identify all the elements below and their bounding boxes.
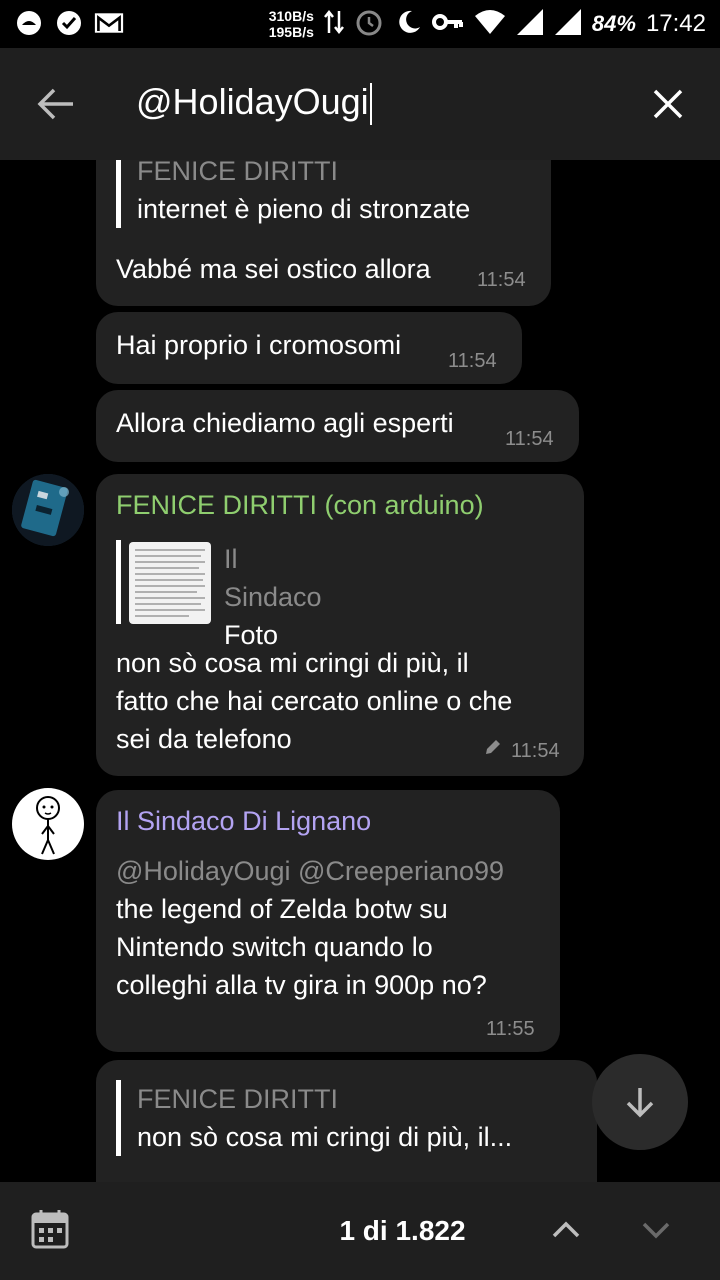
network-speed: 310B/s 195B/s	[269, 8, 314, 40]
reply-sender: FENICE DIRITTI	[137, 160, 338, 186]
search-query: @HolidayOugi	[136, 81, 369, 122]
message-line: fatto che hai cercato online o che	[116, 686, 513, 716]
arduino-board-avatar-icon	[12, 474, 84, 546]
search-navigation-bar: 1 di 1.822	[0, 1182, 720, 1280]
message-text: Vabbé ma sei ostico allora	[116, 254, 431, 284]
photo-thumbnail	[129, 542, 211, 624]
sender-name[interactable]: FENICE DIRITTI (con arduino)	[116, 490, 484, 521]
next-result-button[interactable]	[634, 1208, 678, 1252]
previous-result-button[interactable]	[544, 1208, 588, 1252]
document-thumbnail-icon	[135, 549, 205, 617]
search-input[interactable]: @HolidayOugi	[136, 81, 372, 126]
message-bubble[interactable]: FENICE DIRITTI internet è pieno di stron…	[96, 160, 551, 306]
status-bar: 310B/s 195B/s 84% 17:42	[0, 0, 720, 48]
check-icon	[54, 8, 84, 38]
message-line: Nintendo switch quando lo	[116, 932, 433, 962]
search-toolbar: @HolidayOugi	[0, 48, 720, 160]
reply-text: internet è pieno di stronzate	[137, 194, 471, 224]
chevron-up-icon	[552, 1221, 580, 1238]
pencil-icon	[484, 738, 502, 761]
wifi-icon	[474, 8, 506, 41]
message-line: the legend of Zelda botw su	[116, 894, 448, 924]
back-button[interactable]	[30, 78, 82, 130]
chat-messages[interactable]: FENICE DIRITTI internet è pieno di stron…	[0, 160, 720, 1182]
stick-figure-avatar-icon	[36, 796, 60, 855]
net-down-text: 195B/s	[268, 24, 314, 40]
message-line: colleghi alla tv gira in 900p no?	[116, 970, 487, 1000]
message-line: non sò cosa mi cringi di più, il	[116, 648, 469, 678]
clock: 17:42	[645, 10, 706, 37]
signal-icon	[554, 8, 582, 41]
arrow-down-icon	[626, 1088, 654, 1118]
message-text: Allora chiediamo agli esperti	[116, 408, 454, 438]
chevron-down-icon	[642, 1222, 670, 1239]
scroll-down-button[interactable]	[592, 1054, 688, 1150]
message-time: 11:54	[505, 428, 554, 450]
sender-name[interactable]: Il Sindaco Di Lignano	[116, 806, 371, 837]
avatar[interactable]	[12, 474, 84, 546]
reply-quote[interactable]: Il Sindaco Foto	[116, 540, 322, 650]
moon-icon	[394, 8, 422, 41]
message-text: non sò cosa mi cringi di più, il fatto c…	[116, 644, 512, 758]
message-time: 11:54	[448, 350, 497, 372]
message-text: Hai proprio i cromosomi	[116, 330, 402, 360]
search-result-counter: 1 di 1.822	[339, 1215, 466, 1246]
message-line: sei da telefono	[116, 724, 292, 754]
app-icon	[14, 8, 44, 38]
message-bubble[interactable]: FENICE DIRITTI (con arduino) Il Sindaco …	[96, 474, 584, 776]
message-bubble[interactable]: Il Sindaco Di Lignano @HolidayOugi @Cree…	[96, 790, 560, 1052]
reply-sender: FENICE DIRITTI	[137, 1084, 338, 1114]
net-up-text: 310B/s	[268, 8, 314, 24]
gmail-icon	[94, 8, 124, 38]
battery-percent: 84%	[591, 11, 636, 36]
key-icon	[431, 12, 464, 37]
close-icon	[653, 89, 683, 119]
mention-line[interactable]: @HolidayOugi @Creeperiano99	[116, 852, 504, 890]
message-text: @HolidayOugi @Creeperiano99 the legend o…	[116, 852, 504, 1004]
message-time: 11:54	[477, 269, 526, 291]
message-bubble[interactable]: Allora chiediamo agli esperti 11:54	[96, 390, 579, 462]
avatar[interactable]	[12, 788, 84, 860]
alarm-icon	[354, 7, 384, 42]
reply-text: non sò cosa mi cringi di più, il...	[137, 1122, 513, 1152]
arrow-left-icon	[37, 88, 73, 120]
close-search-button[interactable]	[642, 78, 694, 130]
message-bubble[interactable]: FENICE DIRITTI non sò cosa mi cringi di …	[96, 1060, 597, 1182]
reply-quote[interactable]: FENICE DIRITTI non sò cosa mi cringi di …	[116, 1080, 512, 1156]
message-time: 11:54	[511, 740, 560, 762]
reply-quote[interactable]: FENICE DIRITTI internet è pieno di stron…	[116, 160, 470, 228]
reply-sender: Il Sindaco	[224, 544, 322, 612]
message-time: 11:55	[486, 1018, 535, 1040]
signal-icon	[516, 8, 544, 41]
text-cursor	[369, 83, 372, 126]
data-arrows-icon	[323, 9, 344, 40]
message-bubble[interactable]: Hai proprio i cromosomi 11:54	[96, 312, 522, 384]
